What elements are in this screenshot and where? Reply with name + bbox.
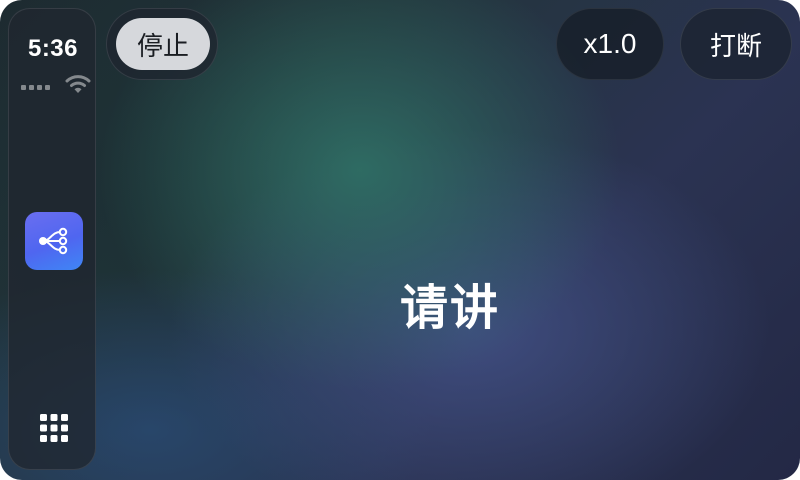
playback-speed-button[interactable]: x1.0 bbox=[556, 8, 664, 80]
voice-assistant-screen: 5:36 停止 x1.0 打断 请讲 bbox=[0, 0, 800, 480]
share-nodes-icon bbox=[39, 227, 68, 255]
status-time: 5:36 bbox=[27, 35, 79, 62]
wifi-icon bbox=[65, 75, 91, 93]
interrupt-button[interactable]: 打断 bbox=[680, 8, 792, 80]
app-grid-icon[interactable] bbox=[39, 413, 69, 443]
speak-prompt: 请讲 bbox=[399, 280, 500, 336]
sidebar: 5:36 bbox=[8, 8, 96, 470]
cellular-signal-icon bbox=[21, 85, 50, 90]
share-nodes-app-button[interactable] bbox=[25, 212, 83, 270]
stop-button[interactable]: 停止 bbox=[116, 18, 210, 70]
